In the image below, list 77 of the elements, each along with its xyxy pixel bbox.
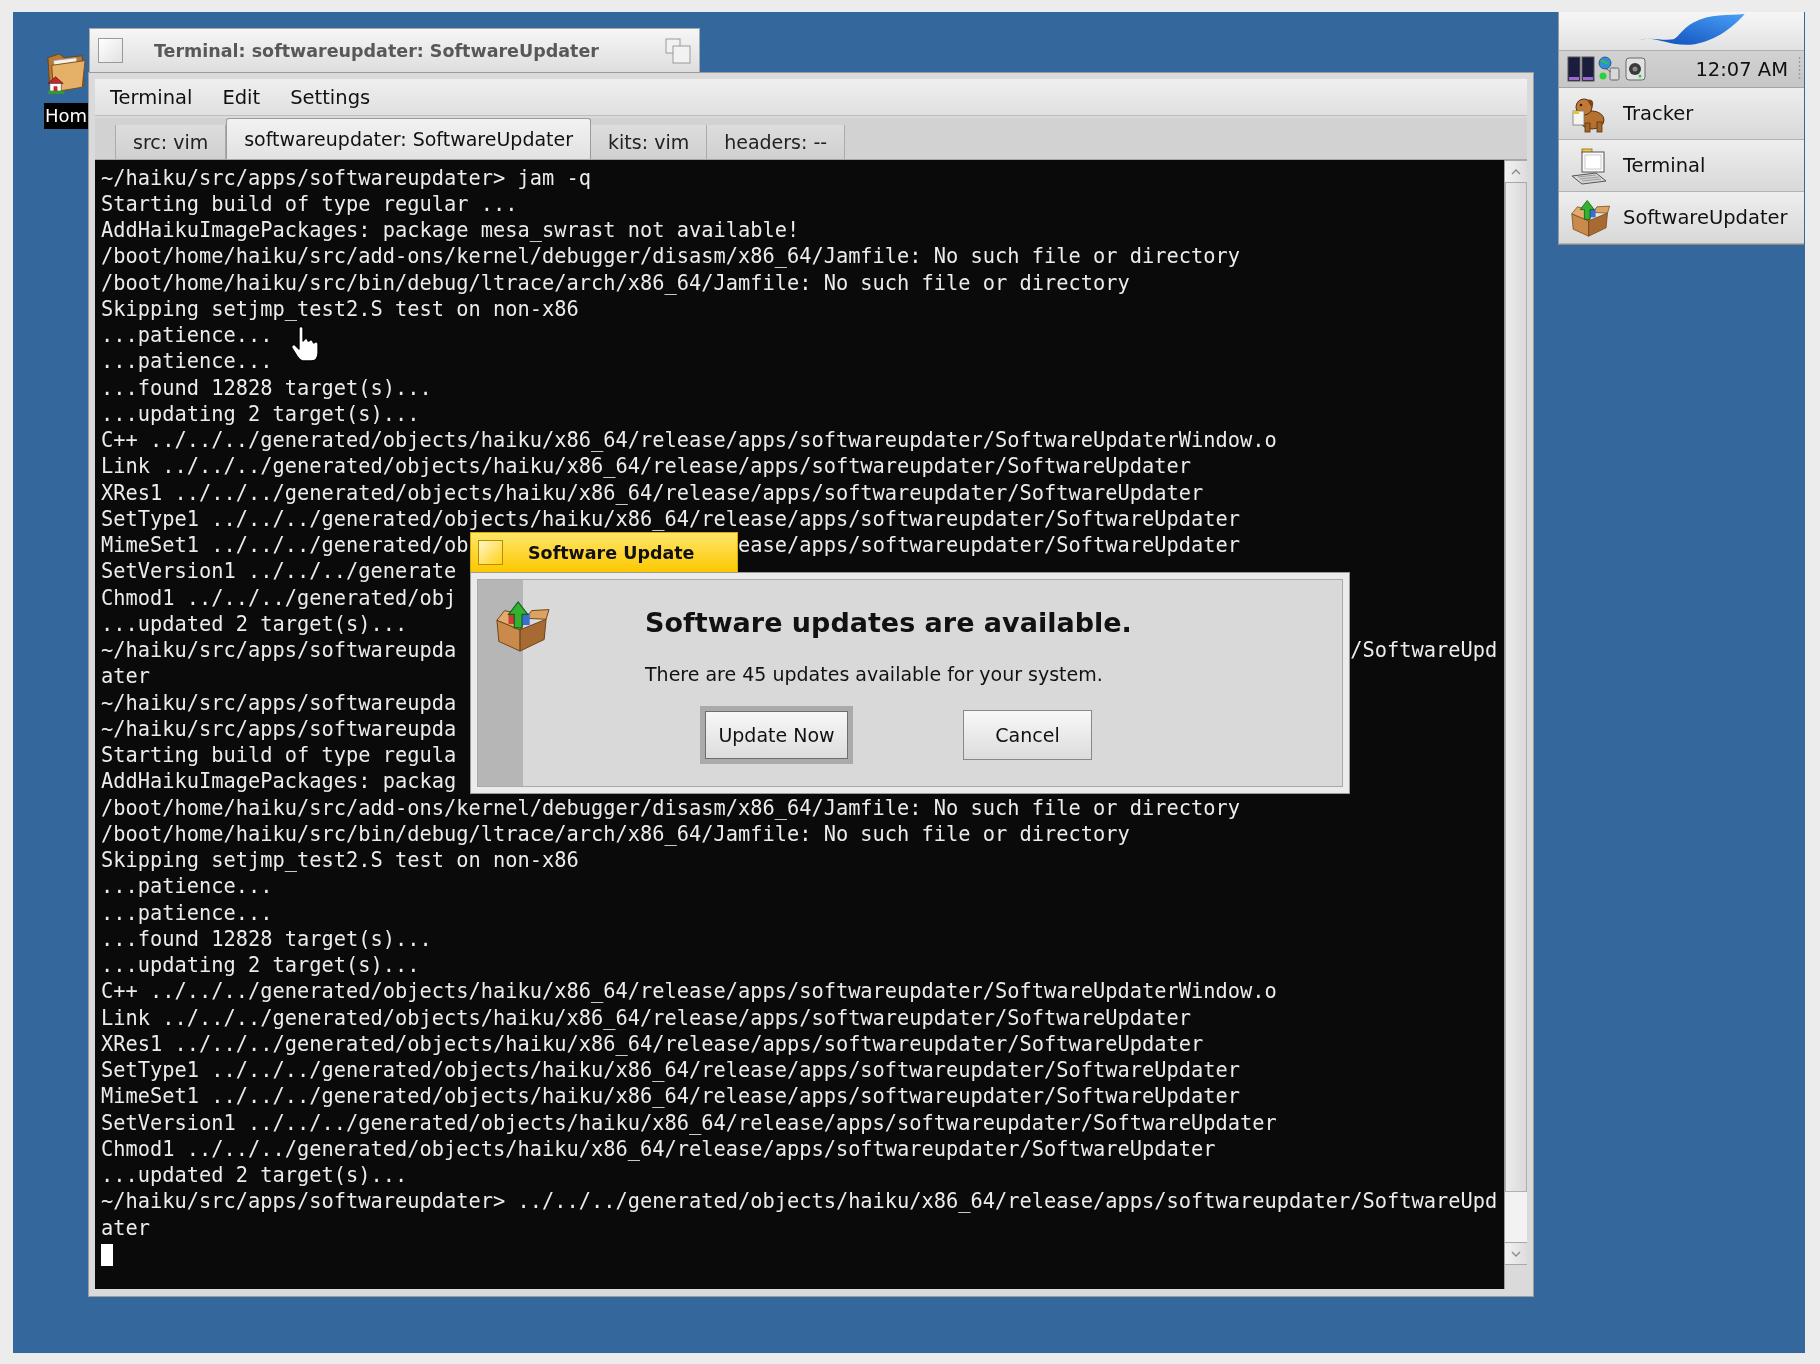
terminal-line: Chmod1 ../../../generated/obj <box>101 585 457 610</box>
terminal-line: ...patience... <box>101 323 273 347</box>
terminal-line: Link ../../../generated/objects/haiku/x86_64/release/apps/softwareupdater/SoftwareUpdater <box>101 454 1192 479</box>
terminal-line: ~/haiku/src/apps/softwareupdater> ../../../generated/objects/haiku/x86_64/release/apps/softwareupdater/SoftwareUpd <box>101 1189 1498 1214</box>
close-button[interactable] <box>478 540 503 565</box>
taskbar-item[interactable]: Terminal <box>1559 140 1804 192</box>
main-menu-button[interactable] <box>1559 12 1804 51</box>
window-title: Terminal: softwareupdater: SoftwareUpdater <box>154 40 599 61</box>
terminal-line: C++ ../../../generated/objects/haiku/x86_64/release/apps/softwareupdater/SoftwareUpdaterWindow.o <box>101 428 1277 452</box>
caret-down-icon <box>1511 1250 1521 1257</box>
terminal-line: ...found 12828 target(s)... <box>101 375 432 400</box>
terminal-line: Skipping setjmp_test2.S test on non-x86 <box>101 296 579 321</box>
tab[interactable]: kits: vim <box>591 125 708 159</box>
window-title: Software Update <box>528 542 695 563</box>
terminal-line: /boot/home/haiku/src/add-ons/kernel/debugger/disasm/x86_64/Jamfile: No such file or directory <box>101 795 1241 820</box>
terminal-line: C++ ../../../generated/objects/haiku/x86_64/release/apps/softwareupdater/SoftwareUpdaterWindow.o <box>101 979 1277 1004</box>
terminal-line: /boot/home/haiku/src/bin/debug/ltrace/arch/x86_64/Jamfile: No such file or directory <box>101 270 1130 295</box>
scroll-down-button[interactable] <box>1505 1242 1527 1265</box>
terminal-line: /SoftwareUpd <box>1350 638 1498 662</box>
network-icon[interactable] <box>1597 56 1621 82</box>
terminal-line: ...updating 2 target(s)... <box>101 401 420 426</box>
terminal-line: MimeSet1 ../../../generated/ob <box>101 533 469 557</box>
terminal-line: /boot/home/haiku/src/bin/debug/ltrace/arch/x86_64/Jamfile: No such file or directory <box>101 821 1130 846</box>
menu-item[interactable]: Terminal <box>95 85 208 109</box>
caret-up-icon <box>1511 168 1521 175</box>
terminal-line: ease/apps/softwareupdater/SoftwareUpdater <box>737 533 1241 557</box>
dialog-button[interactable]: Update Now <box>700 706 853 764</box>
menu-item[interactable]: Edit <box>207 85 276 109</box>
grip-icon[interactable] <box>1798 56 1801 82</box>
terminal-line: AddHaikuImagePackages: package mesa_swrast not available! <box>101 218 800 242</box>
dialog-message: There are 45 updates available for your system. <box>645 662 1103 686</box>
terminal-line: Starting build of type regula <box>101 743 457 767</box>
bar-meter-icon[interactable] <box>1567 56 1595 82</box>
dialog-button[interactable]: Cancel <box>963 710 1092 760</box>
icon-label: Hom <box>44 103 89 129</box>
terminal-line: XRes1 ../../../generated/objects/haiku/x86_64/release/apps/softwareupdater/SoftwareUpdater <box>101 1031 1204 1056</box>
terminal-line: Chmod1 ../../../generated/objects/haiku/x86_64/release/apps/softwareupdater/SoftwareUpdater <box>101 1136 1216 1161</box>
terminal-line: ~/haiku/src/apps/softwareupda <box>101 690 457 715</box>
box-with-arrow-icon <box>493 599 551 653</box>
terminal-line: XRes1 ../../../generated/objects/haiku/x86_64/release/apps/softwareupdater/SoftwareUpdater <box>101 480 1204 505</box>
tab[interactable]: src: vim <box>115 125 227 159</box>
terminal-line: ~/haiku/src/apps/softwareupdater> jam -q <box>101 165 591 190</box>
dialog-heading: Software updates are available. <box>645 607 1132 639</box>
terminal-line: ...found 12828 target(s)... <box>101 926 432 951</box>
text-cursor <box>101 1243 114 1266</box>
terminal-line: ...updated 2 target(s)... <box>101 1163 408 1187</box>
hand-pointer-icon <box>290 325 320 363</box>
terminal-line: ...patience... <box>101 900 273 925</box>
terminal-line: SetType1 ../../../generated/objects/haiku/x86_64/release/apps/softwareupdater/SoftwareUpdater <box>101 1058 1241 1082</box>
terminal-line: /boot/home/haiku/src/add-ons/kernel/debugger/disasm/x86_64/Jamfile: No such file or directory <box>101 244 1241 269</box>
scroll-up-button[interactable] <box>1505 160 1527 183</box>
terminal-line: MimeSet1 ../../../generated/objects/haiku/x86_64/release/apps/softwareupdater/SoftwareUpdater <box>101 1084 1241 1109</box>
terminal-line: ...patience... <box>101 349 273 374</box>
terminal-line: SetVersion1 ../../../generated/objects/haiku/x86_64/release/apps/softwareupdater/SoftwareUpdater <box>101 1110 1277 1135</box>
box-with-arrow-icon <box>1569 197 1611 238</box>
terminal-line: SetType1 ../../../generated/objects/haiku/x86_64/release/apps/softwareupdater/SoftwareUpdater <box>101 506 1241 531</box>
terminal-line: ...patience... <box>101 874 273 899</box>
clock[interactable]: 12:07 AM <box>1695 57 1788 81</box>
terminal-line: ...updated 2 target(s)... <box>101 611 408 636</box>
taskbar-item[interactable]: Tracker <box>1559 88 1804 140</box>
terminal-line: SetVersion1 ../../../generate <box>101 559 457 584</box>
terminal-line: ater <box>101 664 150 689</box>
taskbar-item[interactable]: SoftwareUpdater <box>1559 192 1804 244</box>
terminal-line: AddHaikuImagePackages: packag <box>101 769 457 794</box>
terminal-line: Link ../../../generated/objects/haiku/x86_64/release/apps/softwareupdater/SoftwareUpdater <box>101 1005 1192 1030</box>
terminal-line: ...updating 2 target(s)... <box>101 953 420 977</box>
terminal-line: ~/haiku/src/apps/softwareupda <box>101 716 457 741</box>
speaker-icon[interactable] <box>1624 56 1648 82</box>
tab[interactable]: headers: -- <box>707 125 846 159</box>
terminal-line: Starting build of type regular ... <box>101 191 518 216</box>
menu-item[interactable]: Settings <box>275 85 386 109</box>
close-button[interactable] <box>98 38 123 63</box>
terminal-line: Skipping setjmp_test2.S test on non-x86 <box>101 848 579 872</box>
terminal-line: ~/haiku/src/apps/softwareupda <box>101 638 457 662</box>
tab[interactable]: softwareupdater: SoftwareUpdater <box>226 118 592 159</box>
terminal-line: ater <box>101 1215 150 1240</box>
zoom-button[interactable] <box>665 37 691 64</box>
